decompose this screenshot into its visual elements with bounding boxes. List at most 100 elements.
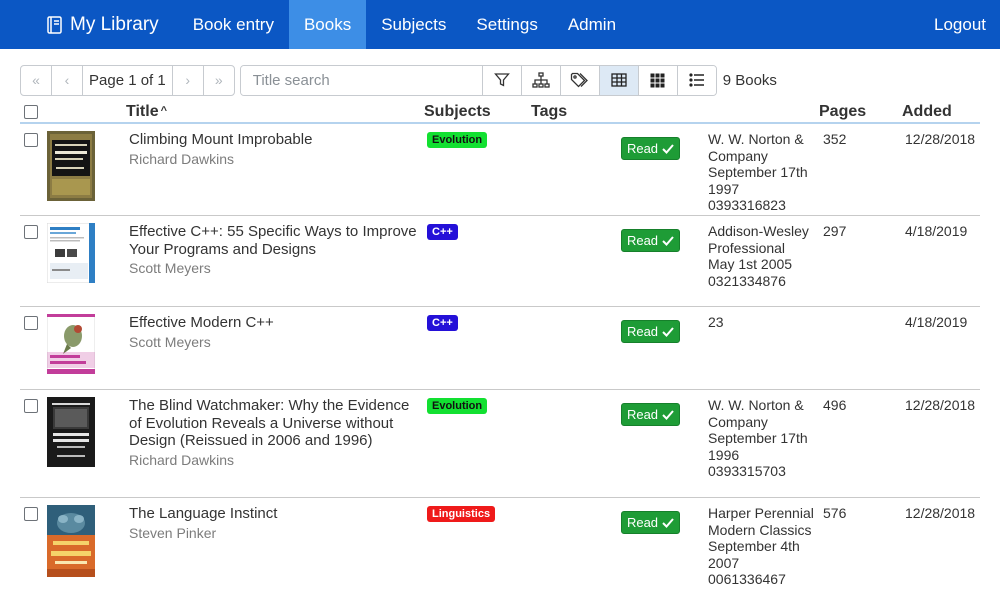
page-count: 576 [823,505,847,521]
row-checkbox[interactable] [24,316,38,330]
top-navbar: My Library Book entry Books Subjects Set… [0,0,1000,49]
toolbar: « ‹ Page 1 of 1 › » Title search 9 Books [20,64,777,96]
column-title-header[interactable]: Title ^ [126,103,167,121]
read-status-label: Read [626,233,659,248]
subject-badge: Linguistics [427,506,496,522]
table-view-button[interactable] [598,65,638,95]
nav-book-entry[interactable]: Book entry [178,0,289,49]
subject-badge: Evolution [427,132,488,148]
read-status-button[interactable]: Read [621,229,680,252]
publication-info: W. W. Norton & Company September 17th 19… [708,131,820,214]
book-title-link[interactable]: The Language Instinct [129,505,422,523]
read-status-button[interactable]: Read [621,403,680,426]
page-label: Page 1 of 1 [89,71,166,89]
title-cell: The Blind Watchmaker: Why the Evidence o… [129,397,422,469]
book-title-link[interactable]: Climbing Mount Improbable [129,131,422,149]
subject-badge: C++ [427,224,458,240]
brand[interactable]: My Library [47,0,159,49]
row-checkbox[interactable] [24,133,38,147]
date-added: 12/28/2018 [905,505,976,521]
subject-badge: C++ [427,315,458,331]
read-status-label: Read [626,324,659,339]
last-page-button[interactable]: » [202,65,234,95]
book-icon [47,15,63,34]
read-status-label: Read [626,515,659,530]
publish-date: September 4th 2007 [708,538,800,571]
book-author: Richard Dawkins [129,451,235,468]
hierarchy-button[interactable] [520,65,560,95]
table-view-icon [611,73,627,87]
list-view-icon [689,73,704,87]
prev-page-button[interactable]: ‹ [52,65,83,95]
publication-info: 23 [708,314,820,331]
table-header: Title ^ Subjects Tags Pages Added [20,100,980,124]
date-added: 12/28/2018 [905,131,976,147]
column-added-header[interactable]: Added [902,103,952,121]
nav-settings[interactable]: Settings [461,0,552,49]
publication-info: Harper Perennial Modern Classics Septemb… [708,505,820,588]
book-author: Scott Meyers [129,260,211,276]
filter-button[interactable] [481,65,521,95]
title-cell: Effective C++: 55 Specific Ways to Impro… [129,223,422,277]
checkmark-icon [662,235,674,246]
sort-ascending-icon: ^ [160,105,168,117]
publication-info: Addison-Wesley Professional May 1st 2005… [708,223,820,289]
date-added: 4/18/2019 [905,314,968,330]
publisher: Harper Perennial Modern Classics [708,505,814,538]
book-cover-image[interactable] [47,131,95,201]
book-title-link[interactable]: Effective C++: 55 Specific Ways to Impro… [129,223,422,258]
book-author: Richard Dawkins [129,150,235,167]
book-title-link[interactable]: Effective Modern C++ [129,314,422,332]
book-cover-image[interactable] [47,505,95,577]
read-status-button[interactable]: Read [621,511,680,534]
brand-label: My Library [70,13,159,35]
select-all-checkbox[interactable] [24,105,38,119]
title-search-input[interactable] [240,65,482,95]
checkmark-icon [662,143,674,154]
prev-page-icon: ‹ [64,72,70,88]
nav-admin[interactable]: Admin [553,0,631,49]
row-checkbox[interactable] [24,507,38,521]
hierarchy-icon [532,72,550,88]
table-row: The Language Instinct Steven Pinker Ling… [20,499,980,589]
read-status-label: Read [626,407,659,422]
pager: « ‹ Page 1 of 1 › » [20,64,235,96]
column-subjects-header[interactable]: Subjects [424,103,491,121]
page-count: 297 [823,223,847,239]
title-header-label: Title [126,103,159,120]
read-status-button[interactable]: Read [621,320,680,343]
isbn: 0393315703 [708,463,786,479]
grid-view-button[interactable] [637,65,677,95]
next-page-button[interactable]: › [171,65,203,95]
isbn: 0321334876 [708,272,786,289]
nav-subjects[interactable]: Subjects [366,0,461,49]
publication-info: W. W. Norton & Company September 17th 19… [708,397,820,480]
isbn: 23 [708,314,724,330]
read-status-button[interactable]: Read [621,137,680,160]
nav-books[interactable]: Books [288,0,367,49]
column-pages-header[interactable]: Pages [819,103,866,121]
row-checkbox[interactable] [24,399,38,413]
logout-link[interactable]: Logout [919,0,1000,49]
row-checkbox[interactable] [24,225,38,239]
book-cover-image[interactable] [47,223,95,283]
publish-date: September 17th 1997 [708,164,808,197]
table-row: The Blind Watchmaker: Why the Evidence o… [20,391,980,498]
book-cover-image[interactable] [47,314,95,374]
book-author: Scott Meyers [129,333,211,350]
next-page-icon: › [185,72,191,88]
list-view-button[interactable] [676,65,716,95]
book-cover-image[interactable] [47,397,95,467]
column-tags-header[interactable]: Tags [531,103,567,121]
book-title-link[interactable]: The Blind Watchmaker: Why the Evidence o… [129,397,422,450]
title-cell: Climbing Mount Improbable Richard Dawkin… [129,131,422,168]
title-cell: The Language Instinct Steven Pinker [129,505,422,542]
isbn: 0061336467 [708,571,786,587]
first-page-button[interactable]: « [21,65,52,95]
tags-button[interactable] [559,65,599,95]
title-cell: Effective Modern C++ Scott Meyers [129,314,422,351]
table-row: Effective C++: 55 Specific Ways to Impro… [20,217,980,307]
search-group [239,64,717,96]
subject-badge: Evolution [427,398,488,414]
date-added: 4/18/2019 [905,223,968,239]
